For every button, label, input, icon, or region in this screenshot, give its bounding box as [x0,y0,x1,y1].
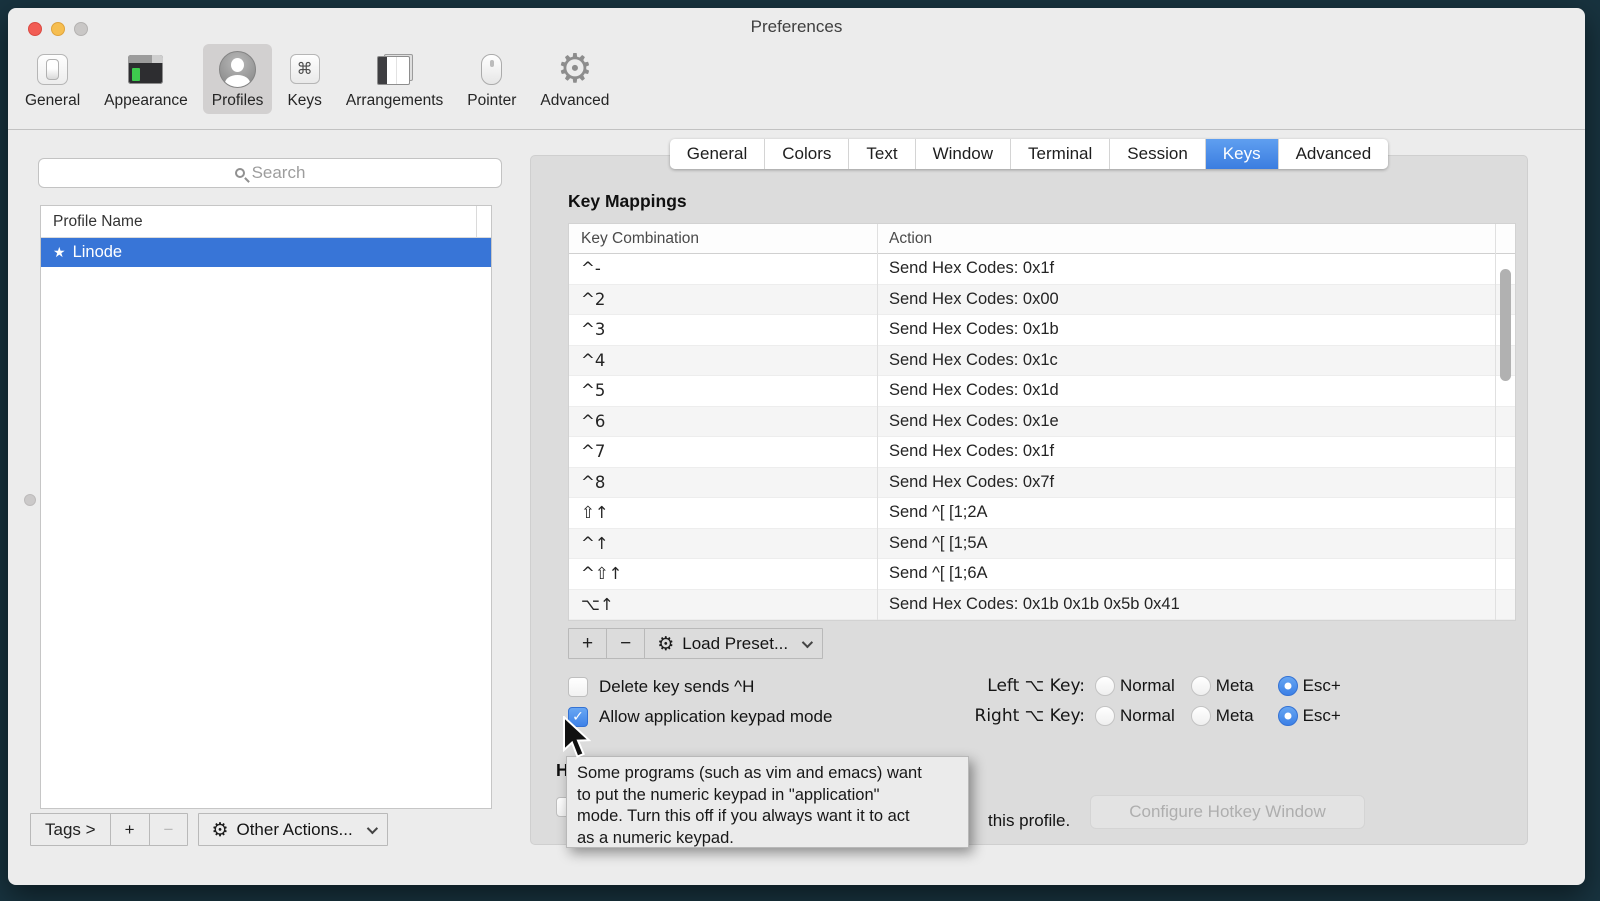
profile-name: Linode [73,243,123,262]
load-preset-dropdown[interactable]: Load Preset... [644,628,823,659]
command-key-icon [290,54,320,84]
column-divider [877,224,878,620]
window-title: Preferences [8,17,1585,37]
chevron-down-icon [366,822,377,833]
preferences-window: Preferences General Appearance Profiles … [8,8,1585,885]
tags-button[interactable]: Tags > [31,814,111,845]
preferences-toolbar: General Appearance Profiles Keys Arrange… [16,44,618,122]
list-scrollbar-divider [476,206,477,237]
left-option-meta-radio[interactable] [1191,676,1211,696]
table-row[interactable]: ^7Send Hex Codes: 0x1f [569,437,1515,468]
tab-terminal[interactable]: Terminal [1011,139,1110,169]
titlebar[interactable]: Preferences [8,8,1585,38]
remove-profile-button: − [150,814,188,845]
left-option-normal-radio[interactable] [1095,676,1115,696]
search-icon [235,168,245,178]
toolbar-item-appearance[interactable]: Appearance [95,44,197,114]
add-mapping-button[interactable]: + [569,629,607,658]
toolbar-divider [8,129,1585,130]
action-gear-icon [657,633,674,655]
column-header-action[interactable]: Action [877,230,1515,248]
left-option-esc-radio[interactable] [1278,676,1298,696]
tab-colors[interactable]: Colors [765,139,849,169]
toolbar-item-advanced[interactable]: Advanced [531,44,618,114]
keypad-mode-tooltip: Some programs (such as vim and emacs) wa… [566,756,969,848]
table-row[interactable]: ⌥↑Send Hex Codes: 0x1b 0x1b 0x5b 0x41 [569,590,1515,621]
chevron-down-icon [802,636,813,647]
configure-hotkey-window-button: Configure Hotkey Window [1090,795,1365,829]
delete-key-option: Delete key sends ^H [568,677,754,697]
scrollbar-divider [1495,224,1496,620]
right-option-meta-radio[interactable] [1191,706,1211,726]
tab-general[interactable]: General [670,139,765,169]
table-row[interactable]: ^8Send Hex Codes: 0x7f [569,468,1515,499]
profile-row-linode[interactable]: Linode [41,238,491,267]
table-body: ^-Send Hex Codes: 0x1f ^2Send Hex Codes:… [569,254,1515,620]
add-profile-button[interactable]: + [111,814,150,845]
mapping-controls: + − Load Preset... [568,628,823,659]
table-row[interactable]: ^-Send Hex Codes: 0x1f [569,254,1515,285]
right-option-normal-radio[interactable] [1095,706,1115,726]
table-row[interactable]: ^5Send Hex Codes: 0x1d [569,376,1515,407]
profile-list-header[interactable]: Profile Name [41,206,491,238]
table-row[interactable]: ^↑Send ^[ [1;5A [569,529,1515,560]
table-row[interactable]: ^3Send Hex Codes: 0x1b [569,315,1515,346]
key-mappings-heading: Key Mappings [568,191,687,212]
profile-list: Profile Name Linode [40,205,492,809]
delete-key-checkbox[interactable] [568,677,588,697]
terminal-window-icon [128,55,163,84]
toolbar-item-general[interactable]: General [16,44,89,114]
toggle-icon [37,54,68,85]
right-option-esc-radio[interactable] [1278,706,1298,726]
hotkey-text-fragment: this profile. [988,811,1070,831]
profile-actions-bar: Tags > + − Other Actions... [30,813,388,846]
toolbar-item-arrangements[interactable]: Arrangements [337,44,452,114]
other-actions-dropdown[interactable]: Other Actions... [198,813,387,846]
table-scrollbar-thumb[interactable] [1500,269,1511,381]
tab-session[interactable]: Session [1110,139,1205,169]
person-icon [219,51,256,88]
window-edge-dot [24,494,36,506]
left-option-key-row: Left ⌥ Key: Normal Meta Esc+ [940,676,1341,696]
action-gear-icon [211,819,228,841]
remove-mapping-button[interactable]: − [607,629,644,658]
table-row[interactable]: ^2Send Hex Codes: 0x00 [569,285,1515,316]
tab-advanced[interactable]: Advanced [1279,139,1389,169]
tab-window[interactable]: Window [916,139,1011,169]
star-icon [53,243,66,262]
gear-icon [557,50,593,88]
keypad-mode-option: Allow application keypad mode [568,707,832,727]
profile-tabbar: General Colors Text Window Terminal Sess… [530,139,1528,169]
column-header-key[interactable]: Key Combination [569,230,877,248]
key-mappings-table: Key Combination Action ^-Send Hex Codes:… [568,223,1516,621]
table-row[interactable]: ^6Send Hex Codes: 0x1e [569,407,1515,438]
toolbar-item-keys[interactable]: Keys [278,44,330,114]
tab-keys[interactable]: Keys [1206,139,1279,169]
windows-icon [377,54,413,85]
mouse-icon [481,54,502,85]
toolbar-item-pointer[interactable]: Pointer [458,44,525,114]
table-row[interactable]: ⇧↑Send ^[ [1;2A [569,498,1515,529]
mouse-cursor-icon [561,716,591,760]
toolbar-item-profiles[interactable]: Profiles [203,44,273,114]
table-header-row: Key Combination Action [569,224,1515,254]
tab-text[interactable]: Text [849,139,915,169]
right-option-key-row: Right ⌥ Key: Normal Meta Esc+ [940,706,1341,726]
search-placeholder: Search [252,163,306,183]
table-row[interactable]: ^⇧↑Send ^[ [1;6A [569,559,1515,590]
table-row[interactable]: ^4Send Hex Codes: 0x1c [569,346,1515,377]
search-input[interactable]: Search [38,158,502,188]
